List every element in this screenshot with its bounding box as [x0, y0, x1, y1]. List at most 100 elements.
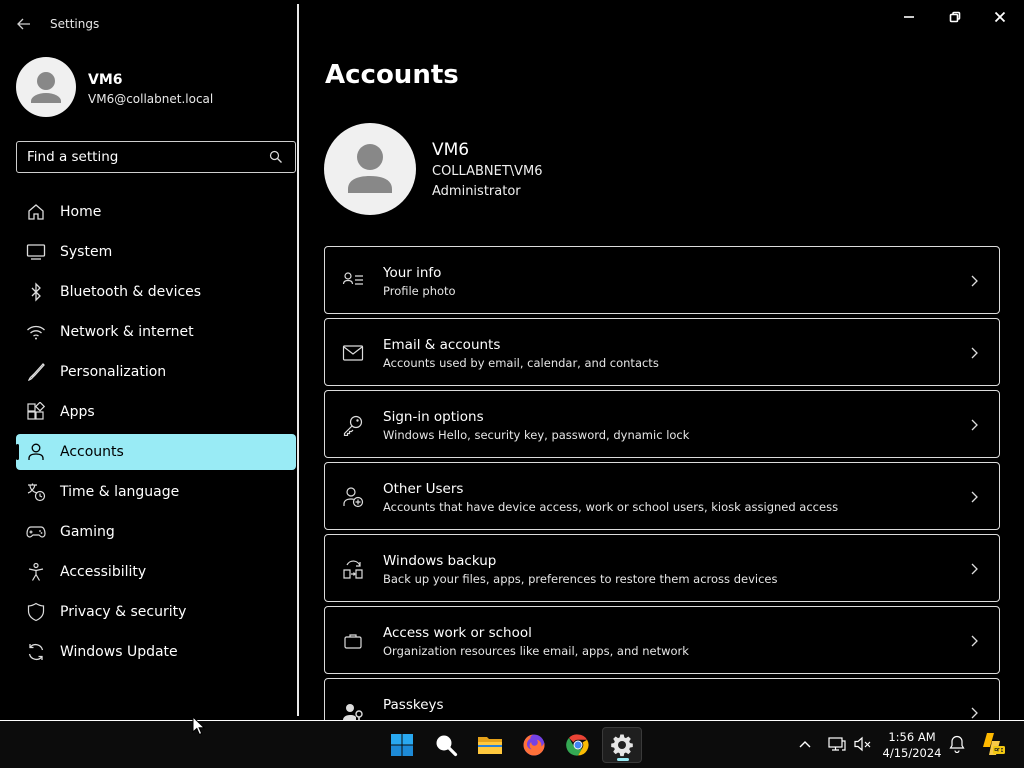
taskbar-file-explorer[interactable]: [470, 727, 510, 763]
sidebar-item-accessibility[interactable]: Accessibility: [16, 554, 296, 590]
card-windows-backup[interactable]: Windows backup Back up your files, apps,…: [324, 534, 1000, 602]
person-avatar-icon: [31, 72, 61, 103]
chevron-right-icon: [971, 347, 978, 359]
taskbar-clock[interactable]: 1:56 AM 4/15/2024: [878, 729, 946, 761]
taskbar-chrome[interactable]: [558, 727, 598, 763]
card-subtitle: Profile photo: [383, 284, 456, 298]
search-icon: [436, 735, 458, 757]
card-passkeys[interactable]: Passkeys: [324, 678, 1000, 720]
gamepad-icon: [25, 521, 47, 543]
taskbar-settings[interactable]: [602, 727, 642, 763]
card-your-info[interactable]: Your info Profile photo: [324, 246, 1000, 314]
search-input[interactable]: [17, 143, 257, 171]
sidebar-item-label: Windows Update: [60, 644, 178, 660]
chevron-right-icon: [971, 563, 978, 575]
sync-icon: [25, 641, 47, 663]
selection-indicator: [16, 444, 19, 460]
card-title: Windows backup: [383, 553, 497, 569]
clock-date: 4/15/2024: [882, 746, 942, 760]
sidebar-item-label: Accounts: [60, 444, 124, 460]
chevron-up-icon: [799, 741, 811, 748]
restore-button[interactable]: [935, 4, 975, 30]
settings-window: Settings VM6 VM6@collabnet.local Home: [0, 0, 1024, 720]
sidebar-item-system[interactable]: System: [16, 234, 296, 270]
sidebar-item-network[interactable]: Network & internet: [16, 314, 296, 350]
profile-name: VM6: [432, 140, 470, 160]
sidebar-item-label: Time & language: [60, 484, 180, 500]
chevron-right-icon: [971, 275, 978, 287]
card-title: Sign-in options: [383, 409, 484, 425]
title-bar: Settings: [0, 0, 1024, 48]
user-card[interactable]: VM6 VM6@collabnet.local: [16, 57, 286, 117]
sidebar-divider: [297, 4, 299, 716]
profile-role: Administrator: [432, 184, 521, 199]
sidebar: VM6 VM6@collabnet.local Home System Blue…: [0, 48, 298, 720]
search-box: [16, 141, 296, 173]
chrome-icon: [566, 734, 589, 756]
sidebar-item-label: Personalization: [60, 364, 167, 380]
bluetooth-icon: [25, 281, 47, 303]
chevron-right-icon: [971, 707, 978, 719]
person-avatar-icon: [348, 144, 392, 193]
taskbar-search-button[interactable]: [426, 727, 466, 763]
sidebar-item-label: Accessibility: [60, 564, 147, 580]
avatar: [16, 57, 76, 117]
search-icon[interactable]: [269, 150, 283, 164]
globe-clock-icon: [25, 481, 47, 503]
profile-avatar: [324, 123, 416, 215]
card-email-accounts[interactable]: Email & accounts Accounts used by email,…: [324, 318, 1000, 386]
chevron-right-icon: [971, 491, 978, 503]
minimize-button[interactable]: [889, 4, 929, 30]
sidebar-item-windows-update[interactable]: Windows Update: [16, 634, 296, 670]
sidebar-item-home[interactable]: Home: [16, 194, 296, 230]
file-explorer-icon: [478, 737, 502, 754]
nav-list: Home System Bluetooth & devices Network …: [16, 194, 296, 674]
sidebar-item-bluetooth[interactable]: Bluetooth & devices: [16, 274, 296, 310]
copilot-button[interactable]: [980, 731, 1006, 757]
chevron-right-icon: [971, 635, 978, 647]
briefcase-icon: [341, 629, 365, 653]
sidebar-item-apps[interactable]: Apps: [16, 394, 296, 430]
main-content: Accounts VM6 COLLABNET\VM6 Administrator…: [300, 48, 1024, 720]
back-button[interactable]: [12, 12, 36, 36]
profile-domain: COLLABNET\VM6: [432, 164, 543, 179]
tray-network-button[interactable]: [826, 733, 848, 755]
notification-button[interactable]: [946, 733, 968, 755]
card-other-users[interactable]: Other Users Accounts that have device ac…: [324, 462, 1000, 530]
active-indicator: [617, 758, 629, 761]
user-name: VM6: [88, 72, 123, 88]
person-list-icon: [341, 269, 365, 293]
sidebar-item-label: Privacy & security: [60, 604, 187, 620]
chevron-right-icon: [971, 419, 978, 431]
sidebar-item-label: Home: [60, 204, 102, 220]
sidebar-item-label: Gaming: [60, 524, 115, 540]
key-icon: [341, 413, 365, 437]
brush-icon: [25, 361, 47, 383]
card-subtitle: Accounts used by email, calendar, and co…: [383, 356, 659, 370]
close-button[interactable]: [980, 4, 1020, 30]
network-icon: [828, 737, 846, 751]
sidebar-item-gaming[interactable]: Gaming: [16, 514, 296, 550]
settings-icon: [611, 734, 633, 757]
card-title: Access work or school: [383, 625, 532, 641]
sidebar-item-personalization[interactable]: Personalization: [16, 354, 296, 390]
person-icon: [25, 441, 47, 463]
card-title: Your info: [383, 265, 442, 281]
person-add-icon: [341, 485, 365, 509]
card-sign-in-options[interactable]: Sign-in options Windows Hello, security …: [324, 390, 1000, 458]
accessibility-icon: [25, 561, 47, 583]
home-icon: [25, 201, 47, 223]
sidebar-item-accounts[interactable]: Accounts: [16, 434, 296, 470]
tray-volume-button[interactable]: [852, 733, 874, 755]
card-access-work-school[interactable]: Access work or school Organization resou…: [324, 606, 1000, 674]
card-title: Other Users: [383, 481, 464, 497]
bell-icon: [949, 735, 965, 753]
clock-time: 1:56 AM: [888, 730, 936, 744]
taskbar-firefox[interactable]: [514, 727, 554, 763]
tray-overflow-button[interactable]: [794, 733, 816, 755]
apps-icon: [25, 401, 47, 423]
user-email: VM6@collabnet.local: [88, 92, 214, 106]
taskbar-start-button[interactable]: [382, 727, 422, 763]
sidebar-item-time-language[interactable]: Time & language: [16, 474, 296, 510]
sidebar-item-privacy-security[interactable]: Privacy & security: [16, 594, 296, 630]
